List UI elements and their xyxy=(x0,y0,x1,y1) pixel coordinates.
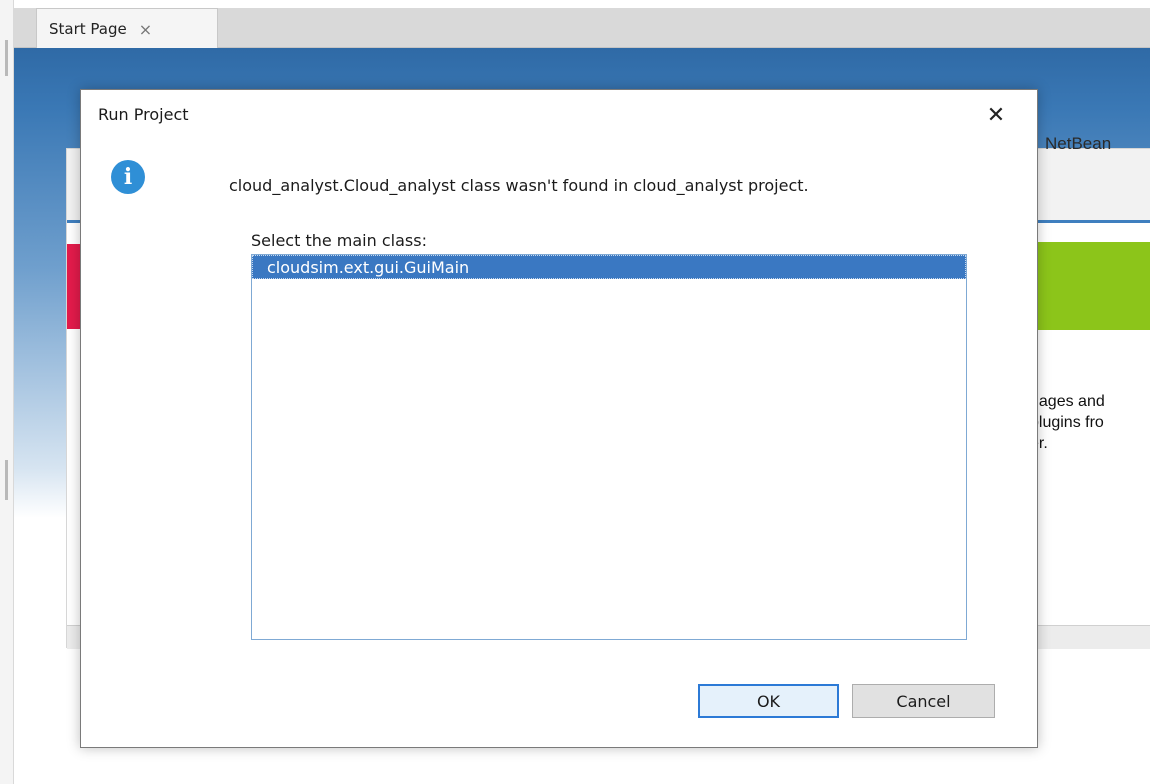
background-text-line: plugins fro xyxy=(1030,414,1104,431)
background-text-line: uages and xyxy=(1030,393,1105,410)
ok-button[interactable]: OK xyxy=(698,684,839,718)
tab-label: Start Page xyxy=(49,20,127,38)
info-icon: i xyxy=(111,160,145,194)
cancel-button[interactable]: Cancel xyxy=(852,684,995,718)
list-item[interactable]: cloudsim.ext.gui.GuiMain xyxy=(252,255,966,279)
run-project-dialog: Run Project ✕ i cloud_analyst.Cloud_anal… xyxy=(80,89,1038,748)
tab-start-page[interactable]: Start Page × xyxy=(36,8,218,49)
close-icon: ✕ xyxy=(986,102,1006,128)
main-class-label: Select the main class: xyxy=(251,231,427,250)
toolbar-divider xyxy=(5,460,8,500)
main-class-list[interactable]: cloudsim.ext.gui.GuiMain xyxy=(251,254,967,640)
toolbar-divider xyxy=(5,40,8,76)
close-button[interactable]: ✕ xyxy=(979,100,1013,130)
netbeans-header-text: NetBean xyxy=(1045,134,1112,153)
editor-tab-bar: Start Page × xyxy=(14,8,1150,49)
dialog-message: cloud_analyst.Cloud_analyst class wasn't… xyxy=(229,176,809,195)
close-icon[interactable]: × xyxy=(139,20,152,39)
dialog-title: Run Project xyxy=(98,105,189,124)
left-toolbar-strip xyxy=(0,0,14,784)
